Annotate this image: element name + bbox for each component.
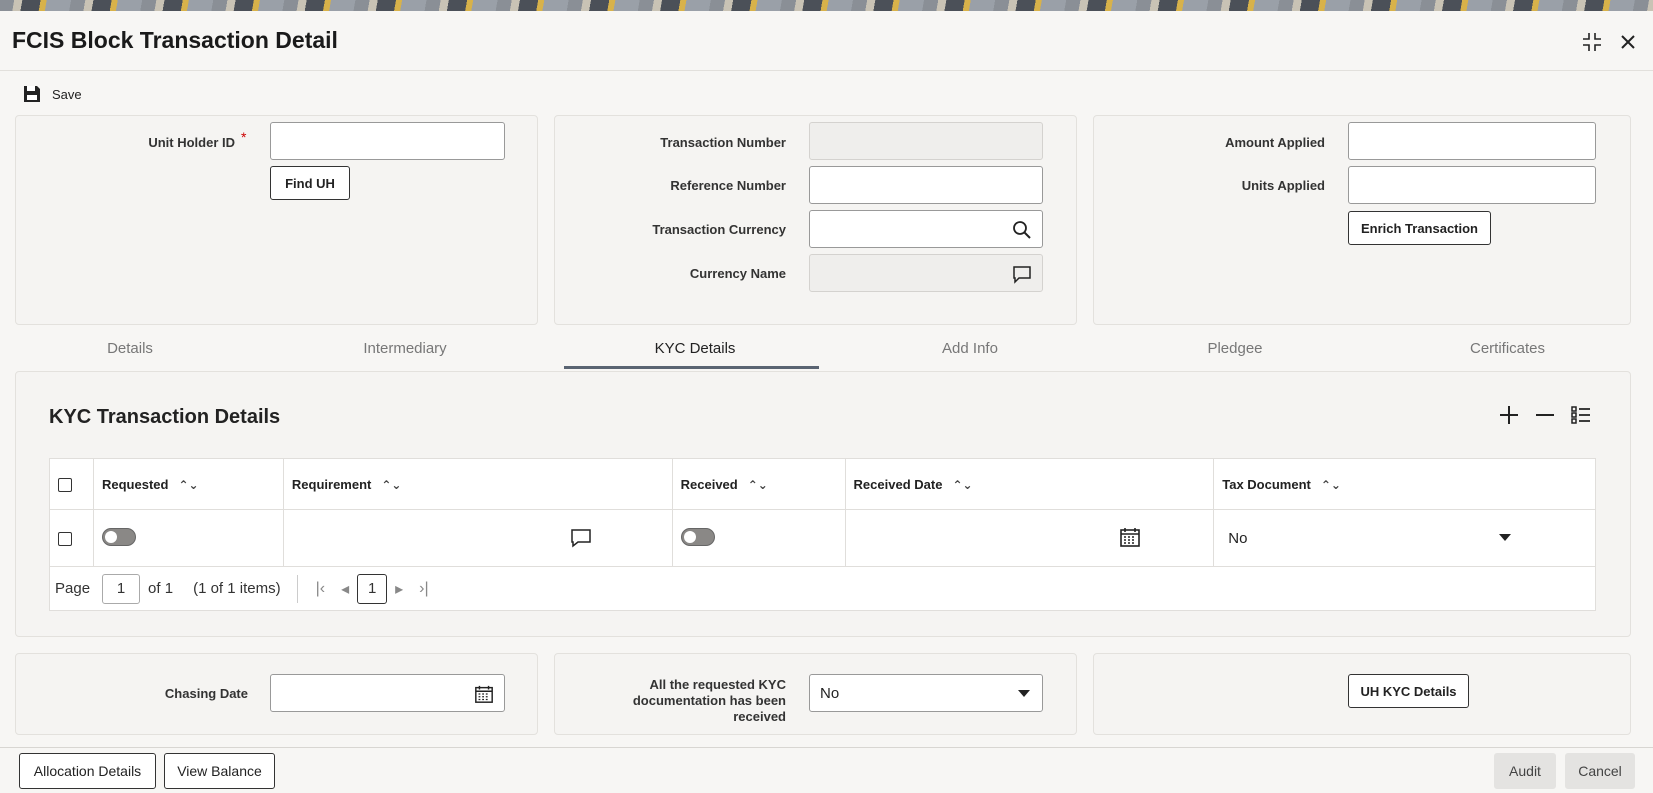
pagination-bar: Page 1 of 1 (1 of 1 items) |‹ ◂ 1 ▸ ›|: [49, 567, 1596, 611]
collapse-icon[interactable]: [1581, 31, 1603, 53]
grid-header-row: Requested ⌃⌄ Requirement ⌃⌄ Received ⌃⌄ Rec…: [49, 458, 1596, 510]
sort-icon[interactable]: ⌃⌄: [178, 478, 198, 492]
delete-row-icon[interactable]: [1534, 404, 1556, 426]
uh-kyc-details-button[interactable]: UH KYC Details: [1348, 674, 1469, 708]
audit-button[interactable]: Audit: [1494, 753, 1556, 789]
transaction-number-input[interactable]: [809, 122, 1043, 160]
column-label-requested: Requested: [101, 476, 169, 492]
column-header-requirement[interactable]: Requirement ⌃⌄: [282, 458, 673, 510]
save-icon: [24, 86, 40, 102]
amount-applied-input[interactable]: [1348, 122, 1596, 160]
view-balance-button[interactable]: View Balance: [164, 753, 275, 789]
tab-bar: Details Intermediary KYC Details Add Inf…: [0, 330, 1653, 370]
chevron-down-icon[interactable]: [1018, 690, 1030, 698]
comment-icon[interactable]: [1012, 264, 1032, 284]
column-list-icon[interactable]: [1570, 404, 1592, 426]
tab-kyc-details[interactable]: KYC Details: [625, 340, 765, 357]
grid-toolbar: [1498, 404, 1592, 426]
items-count-label: (1 of 1 items): [193, 580, 281, 597]
tab-certificates[interactable]: Certificates: [1440, 340, 1575, 357]
title-bar: FCIS Block Transaction Detail: [0, 11, 1653, 71]
sort-icon[interactable]: ⌃⌄: [748, 478, 768, 492]
calendar-icon[interactable]: [1119, 526, 1141, 548]
next-page-icon[interactable]: ▸: [395, 579, 403, 599]
calendar-icon[interactable]: [474, 684, 494, 704]
column-label-received-date: Received Date: [853, 476, 943, 492]
column-header-tax-document[interactable]: Tax Document ⌃⌄: [1213, 458, 1596, 510]
top-banner-strip: [0, 0, 1653, 11]
transaction-currency-input[interactable]: [809, 210, 1043, 248]
received-toggle[interactable]: [680, 527, 715, 546]
unit-holder-id-input[interactable]: [270, 122, 505, 160]
reference-number-label: Reference Number: [670, 178, 786, 193]
window-title: FCIS Block Transaction Detail: [12, 27, 338, 53]
units-applied-input[interactable]: [1348, 166, 1596, 204]
close-icon[interactable]: [1617, 31, 1639, 53]
search-icon[interactable]: [1012, 220, 1032, 240]
last-page-icon[interactable]: ›|: [419, 580, 428, 598]
currency-name-input[interactable]: [809, 254, 1043, 292]
save-label: Save: [52, 86, 82, 102]
cancel-button[interactable]: Cancel: [1565, 753, 1635, 789]
column-header-requested[interactable]: Requested ⌃⌄: [92, 458, 284, 510]
add-row-icon[interactable]: [1498, 404, 1520, 426]
save-button[interactable]: Save: [22, 84, 82, 104]
current-page-button[interactable]: 1: [357, 573, 388, 604]
units-applied-label: Units Applied: [1241, 178, 1325, 193]
page-number-input[interactable]: 1: [102, 573, 141, 604]
pager-divider: [296, 574, 298, 603]
all-received-label: All the requested KYC documentation has …: [632, 677, 786, 724]
tab-details[interactable]: Details: [80, 340, 180, 357]
kyc-section-title: KYC Transaction Details: [49, 406, 281, 428]
all-received-value: No: [820, 684, 840, 702]
column-label-tax-document: Tax Document: [1222, 476, 1311, 492]
select-all-checkbox[interactable]: [58, 477, 72, 492]
currency-name-label: Currency Name: [689, 266, 786, 281]
tab-intermediary[interactable]: Intermediary: [340, 340, 470, 357]
column-header-received-date[interactable]: Received Date ⌃⌄: [844, 458, 1215, 510]
sort-icon[interactable]: ⌃⌄: [381, 478, 401, 492]
column-header-received[interactable]: Received ⌃⌄: [671, 458, 846, 510]
chasing-date-input[interactable]: [270, 674, 505, 712]
title-separator: [0, 70, 1653, 71]
toolbar: Save: [0, 80, 1653, 110]
active-tab-indicator: [564, 366, 819, 369]
kyc-grid: Requested ⌃⌄ Requirement ⌃⌄ Received ⌃⌄ Rec…: [49, 458, 1596, 567]
enrich-transaction-button[interactable]: Enrich Transaction: [1348, 211, 1491, 245]
column-label-received: Received: [680, 476, 738, 492]
requested-toggle[interactable]: [101, 527, 136, 546]
page-of-label: of 1: [148, 580, 174, 597]
tab-pledgee[interactable]: Pledgee: [1180, 340, 1290, 357]
tax-document-value[interactable]: No: [1228, 530, 1247, 547]
transaction-number-label: Transaction Number: [660, 135, 786, 150]
chasing-date-label: Chasing Date: [164, 686, 248, 701]
row-select-checkbox[interactable]: [58, 531, 72, 546]
prev-page-icon[interactable]: ◂: [341, 579, 349, 599]
allocation-details-button[interactable]: Allocation Details: [19, 753, 156, 789]
chevron-down-icon[interactable]: [1499, 534, 1511, 542]
required-marker: *: [241, 129, 247, 145]
select-all-cell[interactable]: [49, 458, 94, 510]
table-row[interactable]: No: [49, 509, 1596, 567]
sort-icon[interactable]: ⌃⌄: [1321, 478, 1341, 492]
sort-icon[interactable]: ⌃⌄: [952, 478, 972, 492]
tab-add-info[interactable]: Add Info: [910, 340, 1030, 357]
find-uh-button[interactable]: Find UH: [270, 166, 350, 200]
amount-applied-label: Amount Applied: [1225, 135, 1325, 150]
transaction-currency-label: Transaction Currency: [652, 222, 786, 237]
all-received-select[interactable]: No: [809, 674, 1043, 712]
page-label: Page: [55, 580, 91, 597]
first-page-icon[interactable]: |‹: [316, 580, 325, 598]
column-label-requirement: Requirement: [291, 476, 372, 492]
comment-icon[interactable]: [570, 528, 592, 548]
reference-number-input[interactable]: [809, 166, 1043, 204]
unit-holder-id-label: Unit Holder ID: [148, 135, 235, 150]
